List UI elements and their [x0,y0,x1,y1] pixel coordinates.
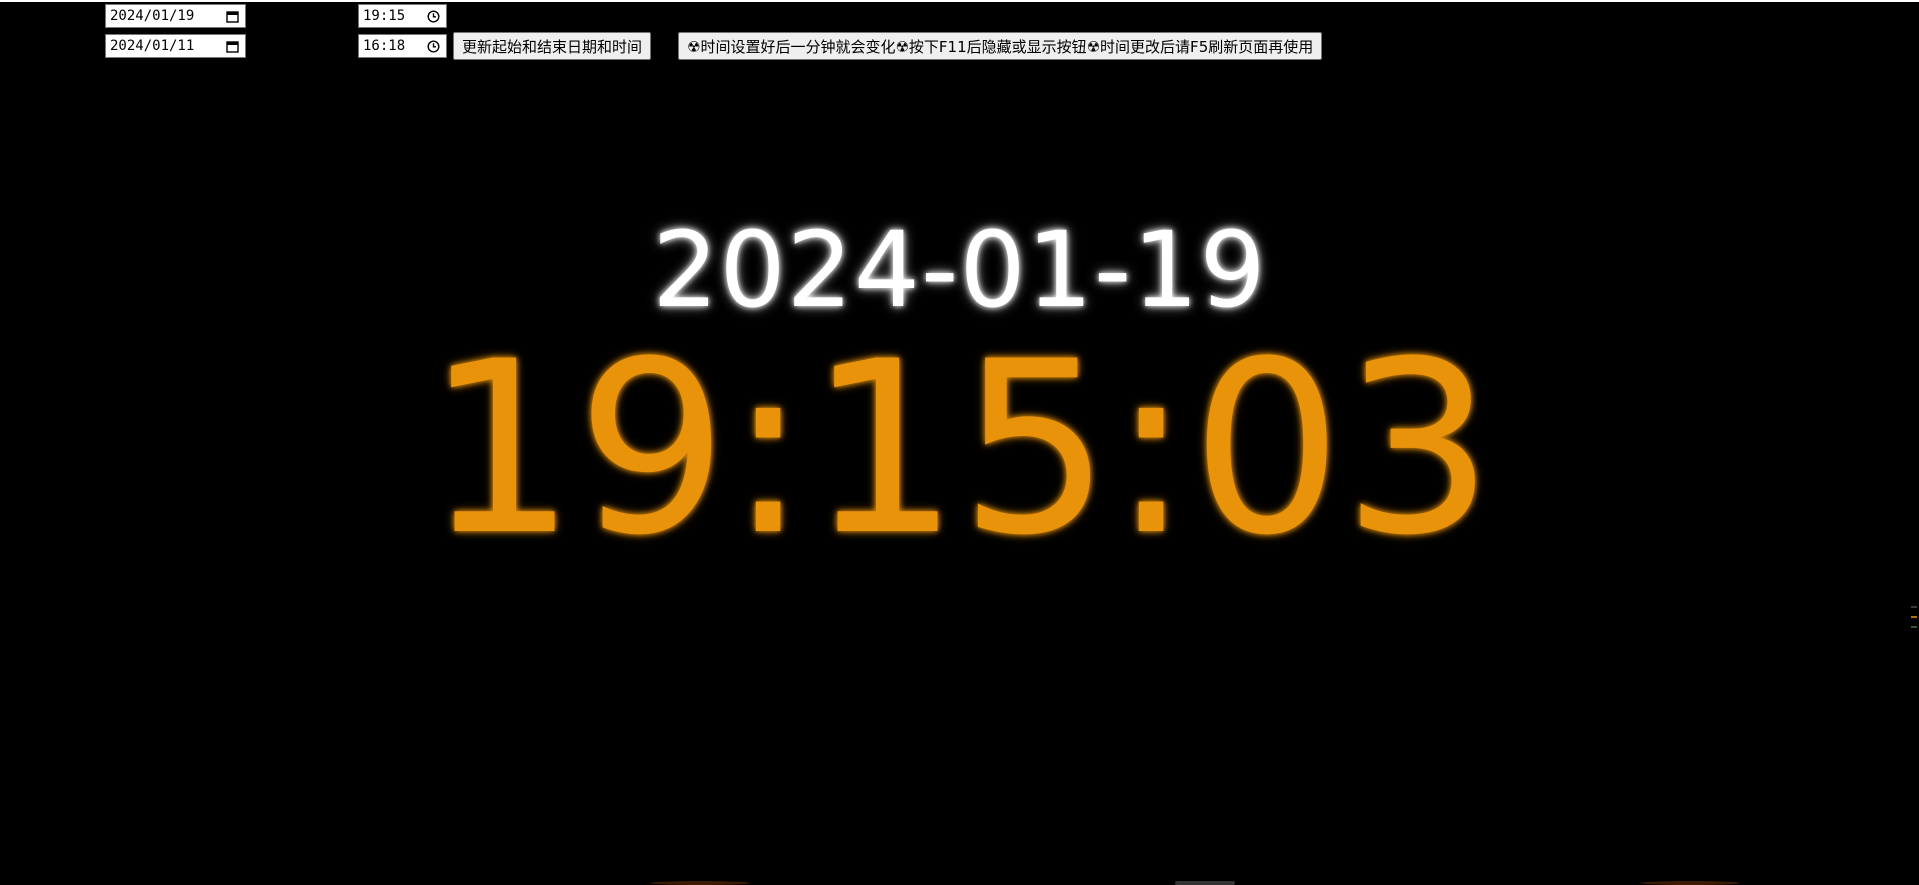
start-time-value: 19:15 [363,8,406,24]
edge-indicator [1911,606,1917,654]
calendar-icon[interactable] [226,10,239,23]
end-time-input[interactable]: 16:18 [358,34,447,58]
bottom-glow-right [1640,881,1740,885]
end-date-value: 2024/01/11 [110,38,195,54]
end-time-value: 16:18 [363,38,406,54]
info-button[interactable]: ☢时间设置好后一分钟就会变化☢按下F11后隐藏或显示按钮☢时间更改后请F5刷新页… [678,32,1323,60]
clock-time: 19:15:03 [425,311,1494,588]
bottom-scroll-thumb [1175,881,1235,885]
start-date-value: 2024/01/19 [110,8,195,24]
update-datetime-button[interactable]: 更新起始和结束日期和时间 [453,32,652,60]
clock-icon[interactable] [427,39,440,53]
clock-icon[interactable] [427,9,440,23]
start-time-input[interactable]: 19:15 [358,4,447,28]
top-border [0,0,1919,2]
start-date-input[interactable]: 2024/01/19 [105,4,246,28]
bottom-glow-left [650,881,750,885]
calendar-icon[interactable] [226,40,239,53]
end-date-input[interactable]: 2024/01/11 [105,34,246,58]
